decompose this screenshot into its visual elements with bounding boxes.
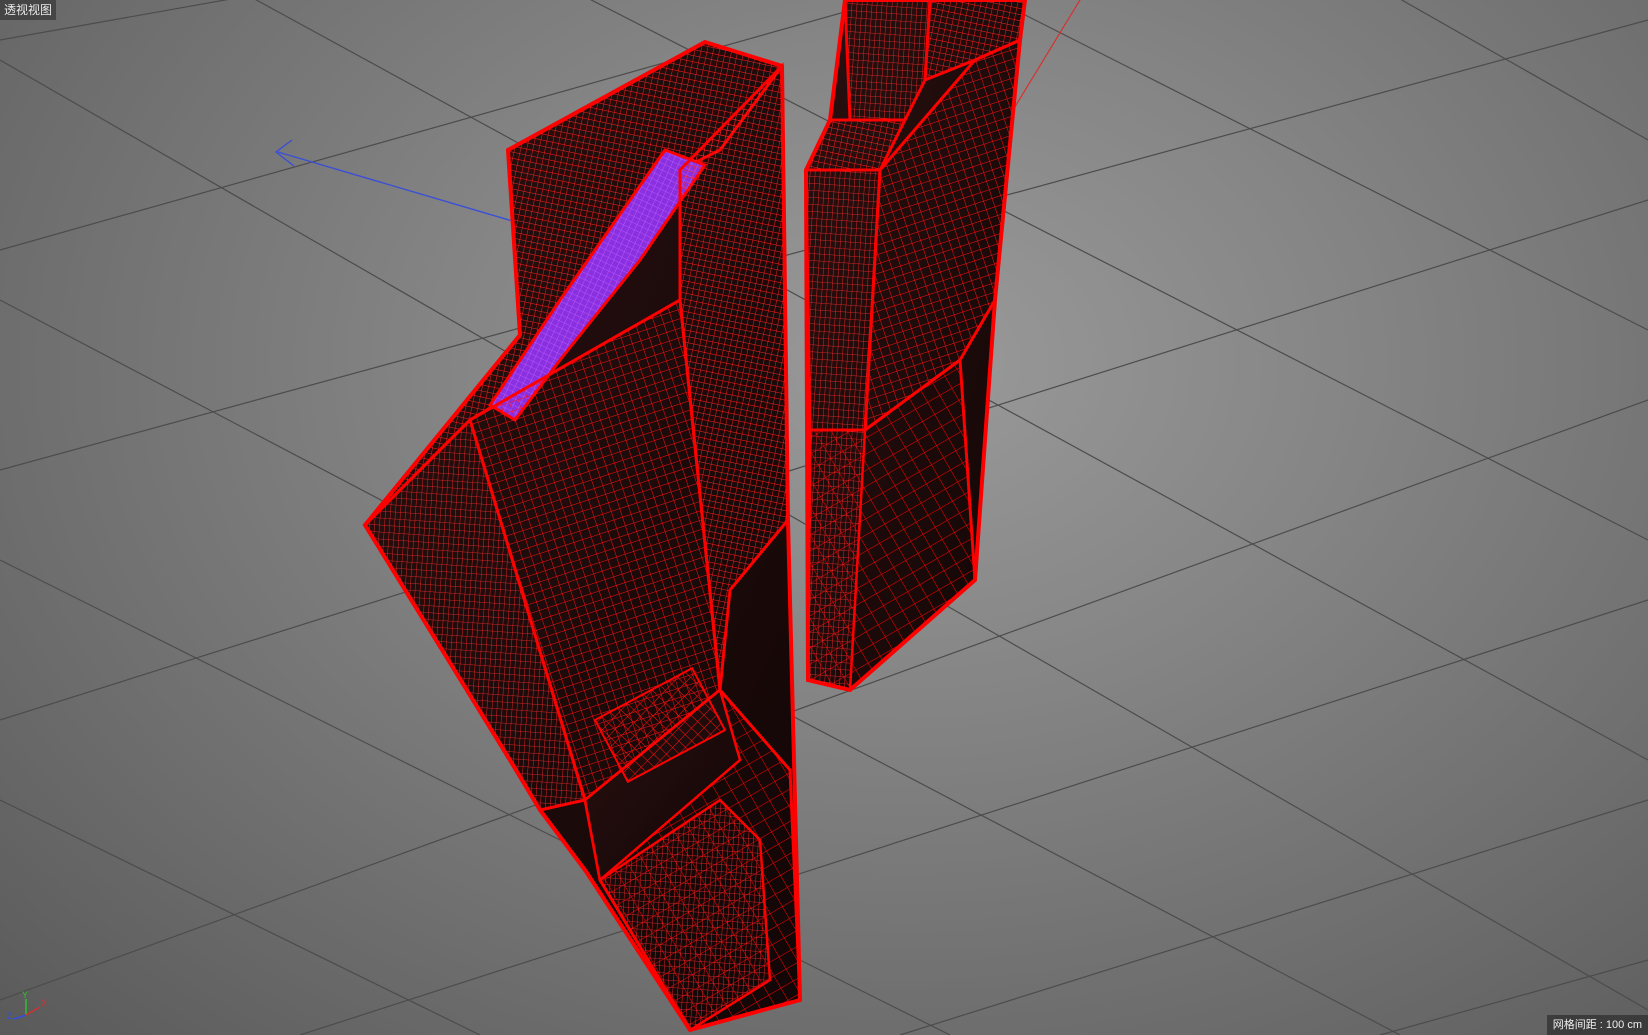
building-right[interactable] [803, 0, 1028, 693]
building-left[interactable] [362, 39, 803, 1033]
gizmo-y-label: Y [22, 990, 28, 1000]
view-label[interactable]: 透视视图 [0, 0, 57, 20]
gizmo-z-label: Z [7, 1011, 13, 1021]
axis-gizmo: Y X Z [7, 990, 47, 1021]
perspective-viewport[interactable]: 透视视图 Y X Z 网格间距 : 100 cm [0, 0, 1648, 1035]
gizmo-x-label: X [41, 998, 47, 1008]
scene-canvas[interactable] [0, 0, 1648, 1035]
grid-spacing-label: 网格间距 : 100 cm [1546, 1015, 1648, 1035]
